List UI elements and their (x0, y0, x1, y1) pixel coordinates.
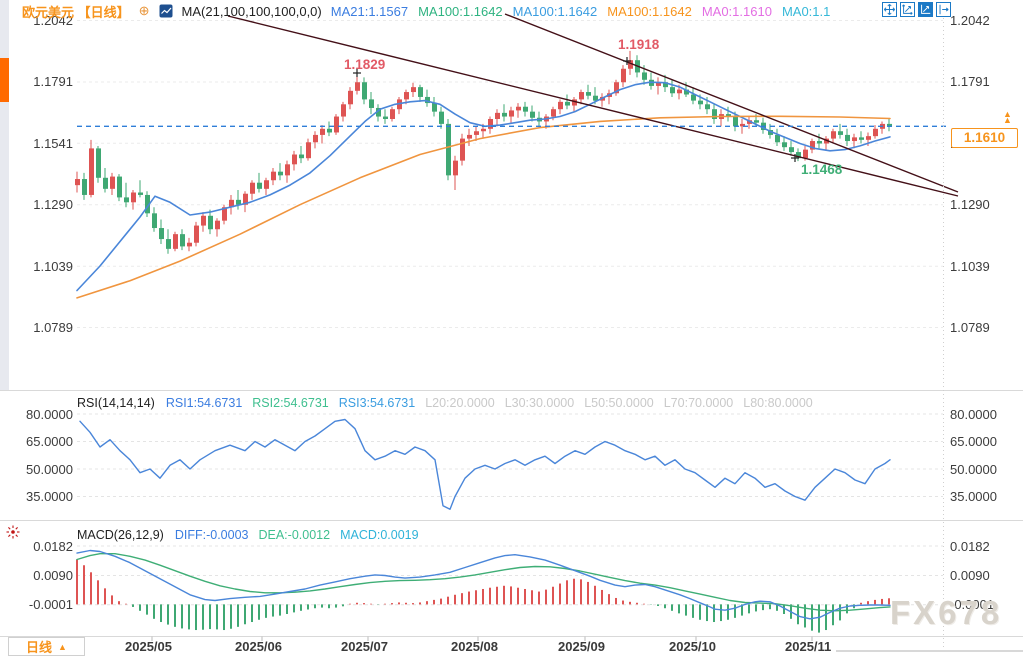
rsi-formula-label: RSI(14,14,14) (77, 396, 155, 410)
left-scrollbar-track (0, 0, 9, 390)
ma-value-label: MA0:1.1 (782, 4, 830, 19)
y-axis-label: -0.0001 (0, 597, 73, 612)
ma-values: MA21:1.1567 MA100:1.1642 MA100:1.1642 MA100… (331, 4, 831, 19)
pan-icon[interactable] (882, 2, 897, 17)
y-axis-label: 1.1290 (0, 197, 73, 212)
macd-value-label: MACD:0.0019 (340, 528, 419, 542)
y-axis-label: 0.0182 (0, 539, 73, 554)
left-scrollbar-thumb[interactable] (0, 58, 9, 102)
header-toolbar (882, 2, 951, 17)
rsi-value-label: L50:50.0000 (584, 396, 654, 410)
rsi-value-label: L30:30.0000 (505, 396, 575, 410)
price-annotation: 1.1829 (344, 57, 385, 72)
macd-value-label: DIFF:-0.0003 (175, 528, 249, 542)
y-axis-label: 50.0000 (0, 462, 73, 477)
macd-formula-label: MACD(26,12,9) (77, 528, 164, 542)
x-axis-label: 2025/07 (341, 639, 388, 654)
chart-window: 1.20421.20421.17911.17911.15411.15411.12… (0, 0, 1023, 657)
ma-formula-label: MA(21,100,100,100,0,0) (182, 4, 322, 19)
x-axis-label: 2025/09 (558, 639, 605, 654)
rsi-values: RSI1:54.6731 RSI2:54.6731 RSI3:54.6731 L20:… (166, 396, 813, 410)
watermark: FX678 (890, 594, 1002, 632)
y-axis-label: 1.2042 (950, 13, 990, 28)
y-axis-label: 0.0090 (950, 568, 990, 583)
ma-value-label: MA0:1.1610 (702, 4, 772, 19)
y-axis-label: 50.0000 (950, 462, 997, 477)
chart-canvas[interactable] (0, 0, 1023, 657)
y-axis-label: 1.0789 (0, 320, 73, 335)
macd-value-label: DEA:-0.0012 (258, 528, 330, 542)
rsi-value-label: RSI3:54.6731 (339, 396, 415, 410)
macd-header: MACD(26,12,9) DIFF:-0.0003 DEA:-0.0012 MAC… (77, 528, 419, 542)
rsi-value-label: RSI1:54.6731 (166, 396, 242, 410)
rsi-value-label: RSI2:54.6731 (252, 396, 328, 410)
rsi-value-label: L80:80.0000 (743, 396, 813, 410)
symbol-title: 欧元美元 【日线】 (22, 2, 130, 21)
y-axis-label: 80.0000 (950, 407, 997, 422)
rsi-value-label: L20:20.0000 (425, 396, 495, 410)
ma-value-label: MA21:1.1567 (331, 4, 408, 19)
y-axis-label: 35.0000 (0, 489, 73, 504)
bottom-scrollbar-thumb[interactable] (836, 650, 1023, 652)
axis-zoom-icon[interactable] (900, 2, 915, 17)
y-axis-label: 35.0000 (950, 489, 997, 504)
chart-header: 欧元美元 【日线】 ⊕ MA(21,100,100,100,0,0) MA21:… (22, 3, 830, 19)
period-select-button[interactable]: 日线 ▲ (8, 637, 85, 656)
y-axis-label: 1.1541 (0, 136, 73, 151)
chevron-up-icon: ▲ (58, 642, 67, 652)
last-price-value: 1.1610 (964, 130, 1005, 145)
y-axis-label: 1.0789 (950, 320, 990, 335)
marker-settings-icon[interactable] (5, 524, 21, 540)
y-axis-label: 1.1791 (950, 74, 990, 89)
y-axis-label: 80.0000 (0, 407, 73, 422)
add-indicator-icon[interactable]: ⊕ (139, 3, 150, 19)
y-axis-label: 65.0000 (0, 434, 73, 449)
x-axis-label: 2025/10 (669, 639, 716, 654)
y-axis-label: 1.1290 (950, 197, 990, 212)
x-axis-label: 2025/05 (125, 639, 172, 654)
period-label: 日线 (26, 637, 52, 656)
price-annotation: 1.1468 (801, 162, 842, 177)
x-axis-label: 2025/08 (451, 639, 498, 654)
macd-values: DIFF:-0.0003 DEA:-0.0012 MACD:0.0019 (175, 528, 419, 542)
y-axis-label: 65.0000 (950, 434, 997, 449)
x-axis-label: 2025/06 (235, 639, 282, 654)
pan-right-icon[interactable] (936, 2, 951, 17)
y-axis-label: 1.1039 (950, 259, 990, 274)
price-annotation: 1.1918 (618, 37, 659, 52)
ma-value-label: MA100:1.1642 (607, 4, 692, 19)
y-axis-label: 1.1791 (0, 74, 73, 89)
rsi-value-label: L70:70.0000 (664, 396, 734, 410)
rsi-header: RSI(14,14,14) RSI1:54.6731RSI2:54.6731RS… (77, 396, 813, 410)
last-price-tag: 1.1610 (951, 128, 1018, 148)
x-axis-label: 2025/11 (785, 639, 831, 654)
candlestick-chart-icon[interactable] (159, 4, 173, 18)
price-up-arrows-icon: ▲▲ (1003, 111, 1012, 123)
ma-value-label: MA100:1.1642 (513, 4, 598, 19)
y-axis-label: 1.1039 (0, 259, 73, 274)
y-axis-label: 0.0090 (0, 568, 73, 583)
y-axis-label: 0.0182 (950, 539, 990, 554)
ma-value-label: MA100:1.1642 (418, 4, 503, 19)
auto-fit-icon[interactable] (918, 2, 933, 17)
